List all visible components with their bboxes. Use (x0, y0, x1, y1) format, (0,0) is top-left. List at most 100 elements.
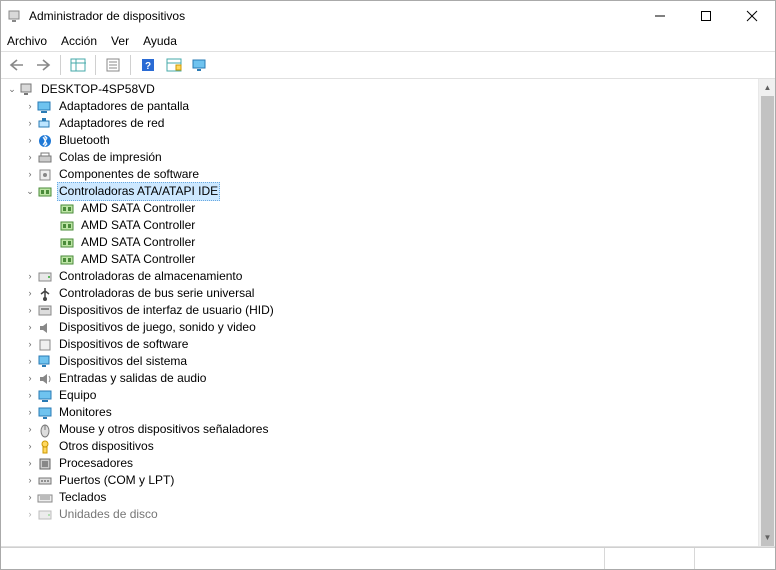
expand-icon[interactable]: › (23, 355, 37, 369)
category-label: Equipo (57, 387, 98, 404)
device-amd-sata-controller[interactable]: AMD SATA Controller (3, 200, 758, 217)
forward-button[interactable] (31, 54, 55, 76)
hid-icon (37, 303, 53, 319)
expand-icon[interactable]: › (23, 151, 37, 165)
category-ide-ata-atapi[interactable]: ⌄ Controladoras ATA/ATAPI IDE (3, 183, 758, 200)
category-label: Controladoras de bus serie universal (57, 285, 256, 302)
category-display-adapters[interactable]: › Adaptadores de pantalla (3, 98, 758, 115)
category-audio-io[interactable]: › Entradas y salidas de audio (3, 370, 758, 387)
svg-text:?: ? (145, 61, 151, 72)
scroll-thumb[interactable] (761, 96, 774, 547)
status-cell (1, 548, 605, 569)
category-keyboards[interactable]: › Teclados (3, 489, 758, 506)
computer-icon (37, 388, 53, 404)
menu-file[interactable]: Archivo (7, 34, 47, 48)
mouse-icon (37, 422, 53, 438)
device-label: AMD SATA Controller (79, 251, 197, 268)
category-other-devices[interactable]: › Otros dispositivos (3, 438, 758, 455)
category-label: Mouse y otros dispositivos señaladores (57, 421, 270, 438)
category-monitors[interactable]: › Monitores (3, 404, 758, 421)
vertical-scrollbar[interactable]: ▲ ▼ (758, 79, 775, 546)
category-storage-controllers[interactable]: › Controladoras de almacenamiento (3, 268, 758, 285)
expand-icon[interactable]: › (23, 406, 37, 420)
minimize-button[interactable] (637, 1, 683, 31)
back-button[interactable] (5, 54, 29, 76)
collapse-icon[interactable]: ⌄ (5, 83, 19, 97)
port-icon (37, 473, 53, 489)
expand-icon[interactable]: › (23, 457, 37, 471)
category-label: Dispositivos de software (57, 336, 190, 353)
expand-icon[interactable]: › (23, 117, 37, 131)
category-hid[interactable]: › Dispositivos de interfaz de usuario (H… (3, 302, 758, 319)
storage-controller-icon (37, 269, 53, 285)
device-label: AMD SATA Controller (79, 217, 197, 234)
collapse-icon[interactable]: ⌄ (23, 185, 37, 199)
software-device-icon (37, 337, 53, 353)
close-button[interactable] (729, 1, 775, 31)
expand-icon[interactable]: › (23, 389, 37, 403)
computer-icon (19, 82, 35, 98)
device-amd-sata-controller[interactable]: AMD SATA Controller (3, 217, 758, 234)
printer-icon (37, 150, 53, 166)
expand-icon[interactable]: › (23, 338, 37, 352)
device-amd-sata-controller[interactable]: AMD SATA Controller (3, 234, 758, 251)
ide-controller-icon (59, 235, 75, 251)
toolbar-separator (60, 55, 61, 75)
category-network-adapters[interactable]: › Adaptadores de red (3, 115, 758, 132)
category-system-devices[interactable]: › Dispositivos del sistema (3, 353, 758, 370)
disk-icon (37, 507, 53, 523)
expand-icon[interactable]: › (23, 287, 37, 301)
expand-icon[interactable]: › (23, 134, 37, 148)
category-ports[interactable]: › Puertos (COM y LPT) (3, 472, 758, 489)
properties-button[interactable] (101, 54, 125, 76)
status-cell (605, 548, 695, 569)
scroll-down-icon[interactable]: ▼ (759, 529, 775, 546)
expand-icon[interactable]: › (23, 321, 37, 335)
category-label: Teclados (57, 489, 108, 506)
scroll-up-icon[interactable]: ▲ (759, 79, 775, 96)
tree-root-label: DESKTOP-4SP58VD (39, 81, 157, 98)
expand-icon[interactable]: › (23, 100, 37, 114)
device-amd-sata-controller[interactable]: AMD SATA Controller (3, 251, 758, 268)
software-component-icon (37, 167, 53, 183)
category-label: Procesadores (57, 455, 135, 472)
category-game-sound-video[interactable]: › Dispositivos de juego, sonido y video (3, 319, 758, 336)
category-disk-drives[interactable]: › Unidades de disco (3, 506, 758, 523)
category-mice[interactable]: › Mouse y otros dispositivos señaladores (3, 421, 758, 438)
menu-help[interactable]: Ayuda (143, 34, 177, 48)
category-bluetooth[interactable]: › Bluetooth (3, 132, 758, 149)
device-manager-window: Administrador de dispositivos Archivo Ac… (0, 0, 776, 570)
category-software-components[interactable]: › Componentes de software (3, 166, 758, 183)
category-label: Controladoras de almacenamiento (57, 268, 244, 285)
cpu-icon (37, 456, 53, 472)
tree-root[interactable]: ⌄ DESKTOP-4SP58VD (3, 81, 758, 98)
category-software-devices[interactable]: › Dispositivos de software (3, 336, 758, 353)
expand-icon[interactable]: › (23, 304, 37, 318)
app-icon (7, 8, 23, 24)
menu-view[interactable]: Ver (111, 34, 129, 48)
scan-hardware-button[interactable] (162, 54, 186, 76)
category-print-queues[interactable]: › Colas de impresión (3, 149, 758, 166)
category-usb-controllers[interactable]: › Controladoras de bus serie universal (3, 285, 758, 302)
expand-icon[interactable]: › (23, 168, 37, 182)
expand-icon[interactable]: › (23, 372, 37, 386)
devices-display-button[interactable] (188, 54, 212, 76)
category-label: Entradas y salidas de audio (57, 370, 208, 387)
device-tree[interactable]: ⌄ DESKTOP-4SP58VD › Adaptadores de panta… (1, 79, 758, 546)
expand-icon[interactable]: › (23, 474, 37, 488)
expand-icon[interactable]: › (23, 423, 37, 437)
show-hide-tree-button[interactable] (66, 54, 90, 76)
help-button[interactable]: ? (136, 54, 160, 76)
category-label: Puertos (COM y LPT) (57, 472, 176, 489)
menu-action[interactable]: Acción (61, 34, 97, 48)
expand-icon[interactable]: › (23, 508, 37, 522)
audio-icon (37, 371, 53, 387)
category-label: Componentes de software (57, 166, 201, 183)
expand-icon[interactable]: › (23, 491, 37, 505)
expand-icon[interactable]: › (23, 440, 37, 454)
maximize-button[interactable] (683, 1, 729, 31)
category-label: Adaptadores de red (57, 115, 166, 132)
category-processors[interactable]: › Procesadores (3, 455, 758, 472)
category-computer[interactable]: › Equipo (3, 387, 758, 404)
expand-icon[interactable]: › (23, 270, 37, 284)
